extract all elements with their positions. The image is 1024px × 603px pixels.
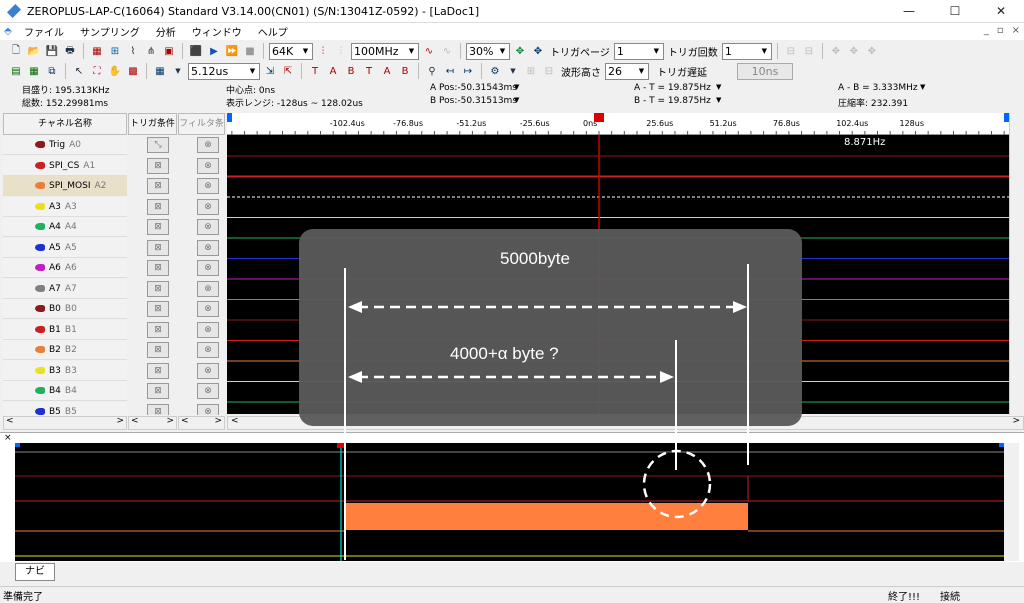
- status-done: 終了!!!: [888, 592, 921, 603]
- status-ready: 準備完了: [3, 592, 43, 603]
- status-bar: 準備完了 終了!!! 接続: [0, 586, 1024, 603]
- status-connected: 接続: [940, 592, 960, 603]
- annotation-lines: [344, 264, 749, 560]
